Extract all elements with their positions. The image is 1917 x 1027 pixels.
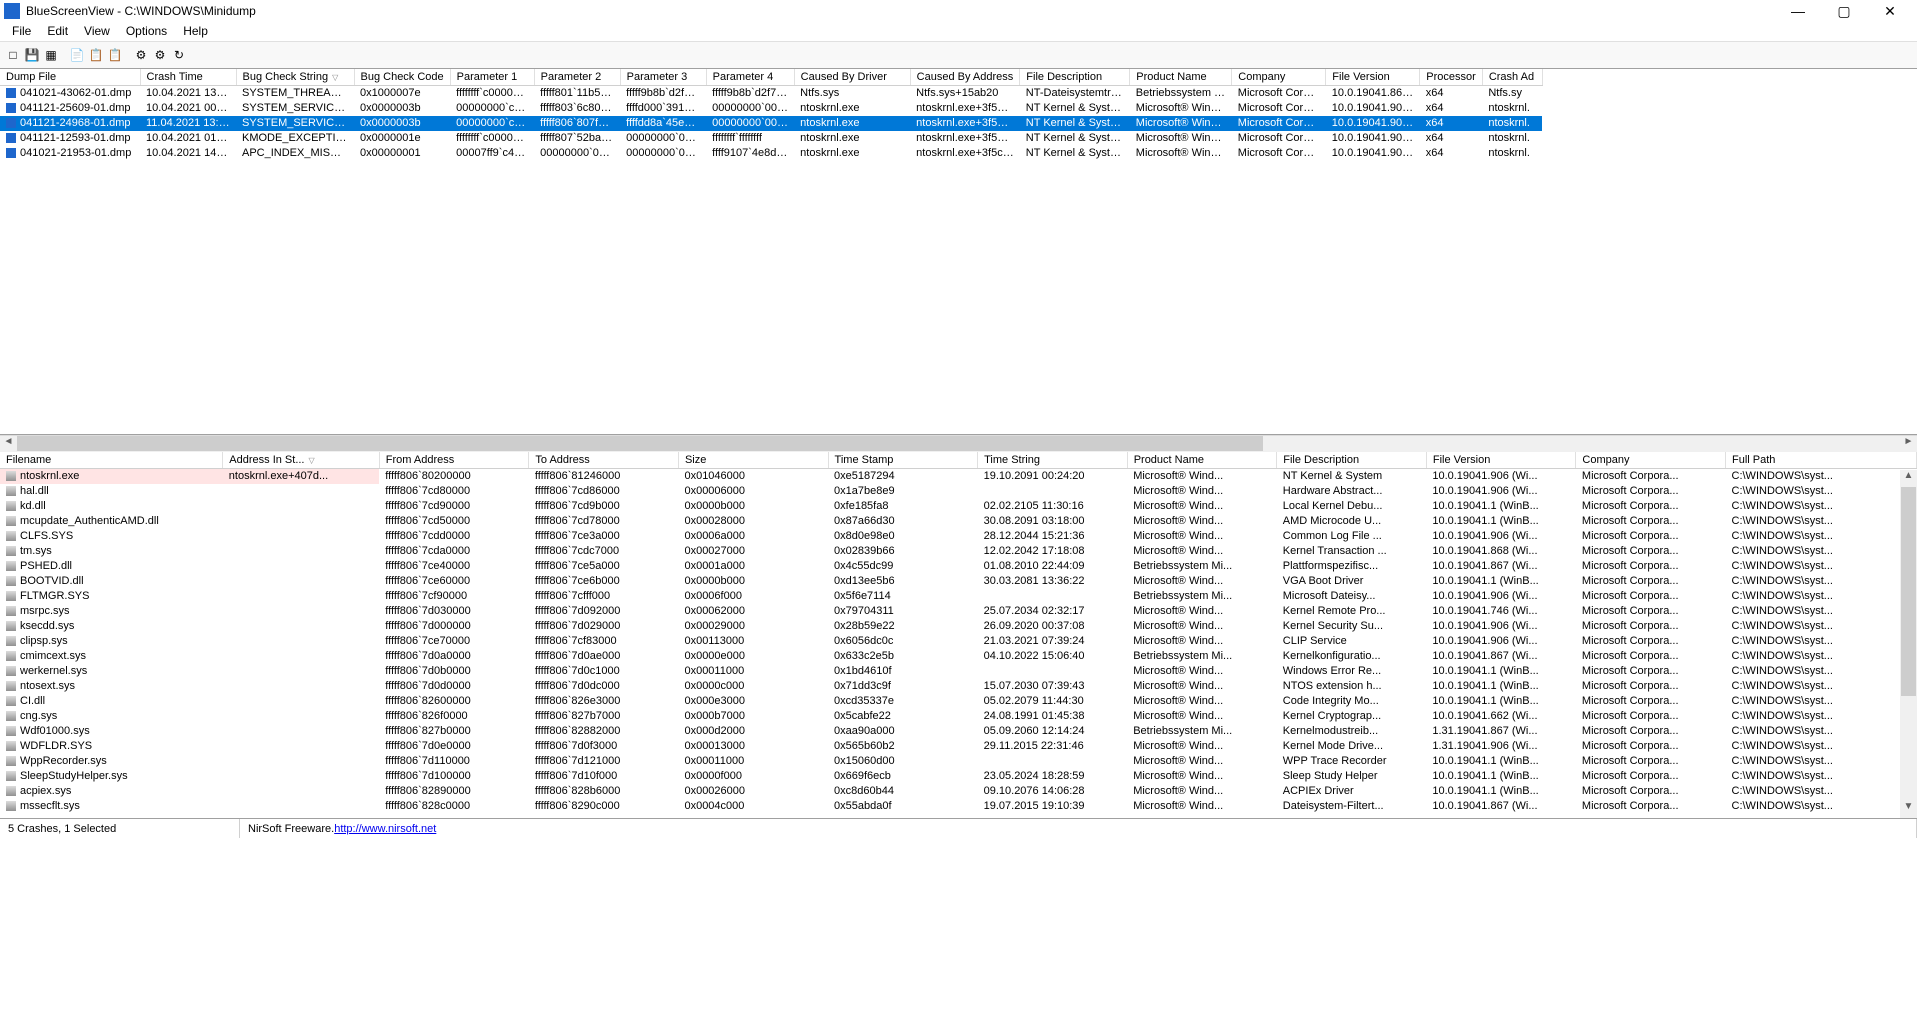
toolbar-btn-4[interactable]: 📋	[87, 46, 105, 64]
col-header[interactable]: Time Stamp	[828, 452, 978, 469]
minimize-button[interactable]: —	[1775, 0, 1821, 22]
vscroll-thumb[interactable]	[1901, 487, 1916, 696]
col-header[interactable]: Full Path	[1726, 452, 1917, 469]
col-header[interactable]: From Address	[379, 452, 529, 469]
dump-table[interactable]: Dump FileCrash TimeBug Check String▽Bug …	[0, 69, 1543, 161]
toolbar-btn-2[interactable]: ▦	[42, 46, 60, 64]
menubar: FileEditViewOptionsHelp	[0, 22, 1917, 41]
col-header[interactable]: Address In St...▽	[223, 452, 380, 469]
col-header[interactable]: Dump File	[0, 69, 140, 86]
top-hscroll[interactable]: ◄ ►	[0, 435, 1917, 452]
menu-file[interactable]: File	[4, 22, 39, 41]
scroll-left-icon[interactable]: ◄	[0, 436, 17, 451]
col-header[interactable]: File Description	[1277, 452, 1427, 469]
toolbar-btn-1[interactable]: 💾	[23, 46, 41, 64]
table-row[interactable]: hal.dllfffff806`7cd80000fffff806`7cd8600…	[0, 484, 1917, 499]
col-header[interactable]: To Address	[529, 452, 679, 469]
col-header[interactable]: Size	[678, 452, 828, 469]
table-row[interactable]: CLFS.SYSfffff806`7cdd0000fffff806`7ce3a0…	[0, 529, 1917, 544]
toolbar-btn-7[interactable]: ⚙	[151, 46, 169, 64]
col-header[interactable]: Bug Check Code	[354, 69, 450, 86]
toolbar-btn-0[interactable]: □	[4, 46, 22, 64]
col-header[interactable]: Company	[1232, 69, 1326, 86]
col-header[interactable]: Parameter 3	[620, 69, 706, 86]
col-header[interactable]: File Version	[1426, 452, 1576, 469]
table-row[interactable]: msrpc.sysfffff806`7d030000fffff806`7d092…	[0, 604, 1917, 619]
scroll-right-icon[interactable]: ►	[1900, 436, 1917, 451]
col-header[interactable]: Caused By Driver	[794, 69, 910, 86]
module-list-pane[interactable]: FilenameAddress In St...▽From AddressTo …	[0, 452, 1917, 818]
col-header[interactable]: Processor	[1420, 69, 1483, 86]
menu-view[interactable]: View	[76, 22, 118, 41]
toolbar: □💾▦📄📋📋⚙⚙↻	[0, 41, 1917, 69]
table-row[interactable]: 041021-21953-01.dmp10.04.2021 14:49:37AP…	[0, 146, 1542, 161]
maximize-button[interactable]: ▢	[1821, 0, 1867, 22]
table-row[interactable]: Wdf01000.sysfffff806`827b0000fffff806`82…	[0, 724, 1917, 739]
window-title: BlueScreenView - C:\WINDOWS\Minidump	[26, 4, 1775, 18]
menu-help[interactable]: Help	[175, 22, 216, 41]
table-row[interactable]: ksecdd.sysfffff806`7d000000fffff806`7d02…	[0, 619, 1917, 634]
toolbar-btn-3[interactable]: 📄	[68, 46, 86, 64]
table-row[interactable]: mssecflt.sysfffff806`828c0000fffff806`82…	[0, 799, 1917, 814]
table-row[interactable]: FLTMGR.SYSfffff806`7cf90000fffff806`7cff…	[0, 589, 1917, 604]
table-row[interactable]: cng.sysfffff806`826f0000fffff806`827b700…	[0, 709, 1917, 724]
table-row[interactable]: mcupdate_AuthenticAMD.dllfffff806`7cd500…	[0, 514, 1917, 529]
table-row[interactable]: WppRecorder.sysfffff806`7d110000fffff806…	[0, 754, 1917, 769]
table-row[interactable]: ntoskrnl.exentoskrnl.exe+407d...fffff806…	[0, 469, 1917, 484]
status-credit: NirSoft Freeware. http://www.nirsoft.net	[240, 819, 1917, 838]
col-header[interactable]: Parameter 4	[706, 69, 794, 86]
titlebar: BlueScreenView - C:\WINDOWS\Minidump — ▢…	[0, 0, 1917, 22]
menu-edit[interactable]: Edit	[39, 22, 76, 41]
table-row[interactable]: WDFLDR.SYSfffff806`7d0e0000fffff806`7d0f…	[0, 739, 1917, 754]
table-row[interactable]: clipsp.sysfffff806`7ce70000fffff806`7cf8…	[0, 634, 1917, 649]
table-row[interactable]: 041121-12593-01.dmp10.04.2021 01:45:52KM…	[0, 131, 1542, 146]
table-row[interactable]: 041121-24968-01.dmp11.04.2021 13:29:31SY…	[0, 116, 1542, 131]
table-row[interactable]: acpiex.sysfffff806`82890000fffff806`828b…	[0, 784, 1917, 799]
nirsoft-link[interactable]: http://www.nirsoft.net	[334, 823, 436, 835]
col-header[interactable]: Company	[1576, 452, 1726, 469]
table-row[interactable]: 041021-43062-01.dmp10.04.2021 13:05:11SY…	[0, 86, 1542, 101]
col-header[interactable]: File Description	[1020, 69, 1130, 86]
toolbar-btn-6[interactable]: ⚙	[132, 46, 150, 64]
col-header[interactable]: Parameter 2	[534, 69, 620, 86]
col-header[interactable]: Filename	[0, 452, 223, 469]
table-row[interactable]: BOOTVID.dllfffff806`7ce60000fffff806`7ce…	[0, 574, 1917, 589]
table-row[interactable]: ntosext.sysfffff806`7d0d0000fffff806`7d0…	[0, 679, 1917, 694]
dump-list-pane[interactable]: Dump FileCrash TimeBug Check String▽Bug …	[0, 69, 1917, 435]
col-header[interactable]: Bug Check String▽	[236, 69, 354, 86]
scroll-down-icon[interactable]: ▼	[1900, 801, 1917, 818]
col-header[interactable]: Product Name	[1127, 452, 1277, 469]
col-header[interactable]: Product Name	[1130, 69, 1232, 86]
close-button[interactable]: ✕	[1867, 0, 1913, 22]
app-icon	[4, 3, 20, 19]
table-row[interactable]: CI.dllfffff806`82600000fffff806`826e3000…	[0, 694, 1917, 709]
table-row[interactable]: cmimcext.sysfffff806`7d0a0000fffff806`7d…	[0, 649, 1917, 664]
col-header[interactable]: Crash Ad	[1482, 69, 1542, 86]
module-table[interactable]: FilenameAddress In St...▽From AddressTo …	[0, 452, 1917, 814]
toolbar-btn-8[interactable]: ↻	[170, 46, 188, 64]
table-row[interactable]: 041121-25609-01.dmp10.04.2021 00:59:59SY…	[0, 101, 1542, 116]
scroll-up-icon[interactable]: ▲	[1900, 470, 1917, 487]
table-row[interactable]: werkernel.sysfffff806`7d0b0000fffff806`7…	[0, 664, 1917, 679]
table-row[interactable]: SleepStudyHelper.sysfffff806`7d100000fff…	[0, 769, 1917, 784]
table-row[interactable]: PSHED.dllfffff806`7ce40000fffff806`7ce5a…	[0, 559, 1917, 574]
statusbar: 5 Crashes, 1 Selected NirSoft Freeware. …	[0, 818, 1917, 838]
toolbar-btn-5[interactable]: 📋	[106, 46, 124, 64]
col-header[interactable]: File Version	[1326, 69, 1420, 86]
scroll-thumb[interactable]	[17, 436, 1263, 451]
col-header[interactable]: Crash Time	[140, 69, 236, 86]
menu-options[interactable]: Options	[118, 22, 175, 41]
bot-vscroll[interactable]: ▲ ▼	[1900, 470, 1917, 818]
col-header[interactable]: Caused By Address	[910, 69, 1020, 86]
status-selection: 5 Crashes, 1 Selected	[0, 819, 240, 838]
col-header[interactable]: Time String	[978, 452, 1128, 469]
col-header[interactable]: Parameter 1	[450, 69, 534, 86]
table-row[interactable]: kd.dllfffff806`7cd90000fffff806`7cd9b000…	[0, 499, 1917, 514]
table-row[interactable]: tm.sysfffff806`7cda0000fffff806`7cdc7000…	[0, 544, 1917, 559]
